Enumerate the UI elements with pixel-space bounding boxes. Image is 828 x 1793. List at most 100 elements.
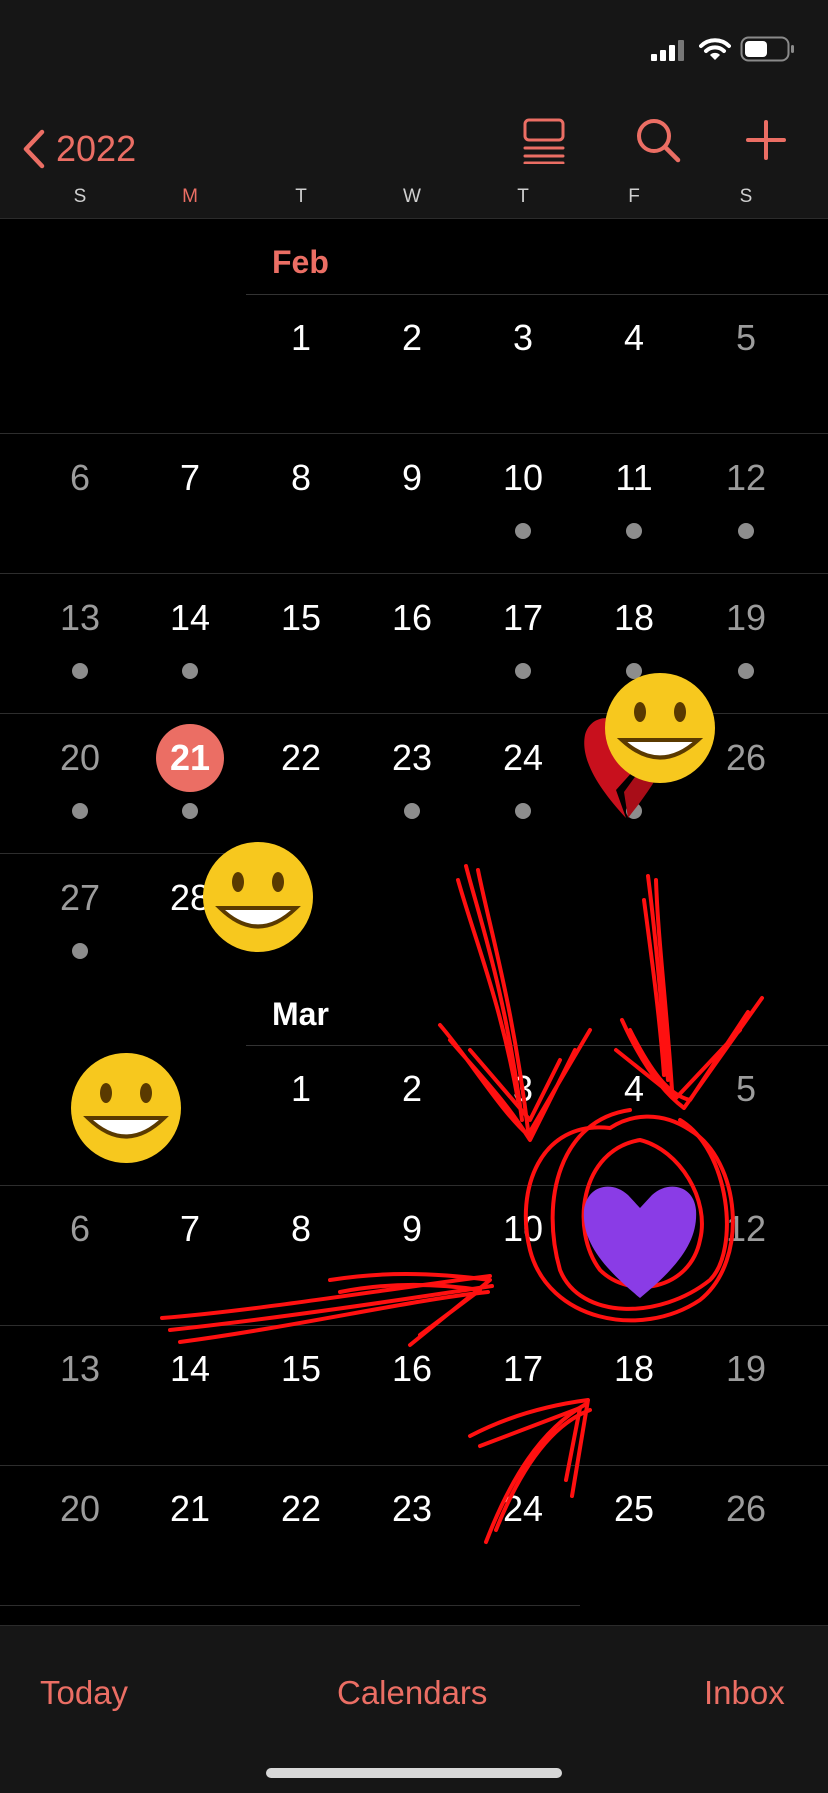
day-cell[interactable]: 24: [487, 738, 559, 778]
back-to-year-button[interactable]: 2022: [22, 118, 136, 180]
day-cell[interactable]: 25: [598, 1489, 670, 1529]
event-dot: [738, 523, 754, 539]
day-cell[interactable]: 6: [44, 458, 116, 498]
search-icon[interactable]: [634, 116, 682, 164]
add-icon[interactable]: [742, 116, 790, 164]
event-dot: [182, 803, 198, 819]
day-cell[interactable]: 23: [376, 1489, 448, 1529]
day-cell[interactable]: 19: [710, 598, 782, 638]
day-cell[interactable]: 24: [487, 1489, 559, 1529]
day-cell-today[interactable]: 21: [154, 738, 226, 778]
nav-bar: 2022 S M T W T F S: [0, 100, 828, 219]
tab-bar: Today Calendars Inbox: [0, 1625, 828, 1793]
day-cell[interactable]: 10: [487, 1209, 559, 1249]
weekday-label: W: [403, 186, 421, 207]
battery-icon: [740, 36, 794, 62]
day-cell[interactable]: 28: [154, 878, 226, 918]
day-cell[interactable]: 5: [710, 1069, 782, 1109]
home-indicator[interactable]: [266, 1768, 562, 1778]
day-cell[interactable]: 3: [487, 318, 559, 358]
day-cell[interactable]: 17: [487, 598, 559, 638]
calendars-button[interactable]: Calendars: [337, 1674, 487, 1712]
day-cell[interactable]: 7: [154, 1209, 226, 1249]
event-dot: [515, 803, 531, 819]
day-cell[interactable]: 15: [265, 1349, 337, 1389]
day-cell[interactable]: 21: [154, 1489, 226, 1529]
day-cell[interactable]: 4: [598, 1069, 670, 1109]
today-button[interactable]: Today: [40, 1674, 128, 1712]
weekday-label: T: [517, 186, 529, 207]
weekday-label: S: [73, 186, 87, 207]
back-label: 2022: [56, 128, 137, 169]
day-cell[interactable]: 19: [710, 1349, 782, 1389]
divider: [0, 433, 828, 434]
day-cell[interactable]: 27: [44, 878, 116, 918]
day-cell[interactable]: 8: [265, 1209, 337, 1249]
day-cell[interactable]: 20: [44, 1489, 116, 1529]
red-arrow-scribbles: [160, 864, 764, 1544]
signal-icon: [651, 40, 684, 61]
weekday-label: T: [295, 186, 307, 207]
day-cell[interactable]: 22: [265, 1489, 337, 1529]
event-dot: [72, 803, 88, 819]
weekday-label: F: [628, 186, 640, 207]
day-cell[interactable]: 20: [44, 738, 116, 778]
day-cell[interactable]: 5: [710, 318, 782, 358]
event-dot: [72, 943, 88, 959]
day-cell[interactable]: 18: [598, 1349, 670, 1389]
day-cell[interactable]: 3: [487, 1069, 559, 1109]
wifi-icon: [699, 38, 731, 60]
day-cell[interactable]: 13: [44, 598, 116, 638]
event-dot: [515, 523, 531, 539]
day-cell[interactable]: 1: [265, 1069, 337, 1109]
weekday-label: S: [739, 186, 753, 207]
day-cell[interactable]: 9: [376, 1209, 448, 1249]
event-dot: [72, 663, 88, 679]
divider: [0, 853, 246, 854]
divider: [0, 1185, 828, 1186]
chevron-left-icon: [23, 129, 45, 169]
event-dot: [515, 663, 531, 679]
day-cell[interactable]: 1: [265, 318, 337, 358]
grinning-face-sticker-mar: [71, 1053, 181, 1163]
day-cell[interactable]: 16: [376, 1349, 448, 1389]
divider: [0, 1325, 828, 1326]
day-cell[interactable]: 26: [710, 738, 782, 778]
event-dot: [626, 803, 642, 819]
day-cell[interactable]: 15: [265, 598, 337, 638]
day-cell[interactable]: 26: [710, 1489, 782, 1529]
divider: [0, 713, 828, 714]
divider: [0, 1605, 580, 1606]
day-cell[interactable]: 2: [376, 1069, 448, 1109]
day-cell[interactable]: 14: [154, 1349, 226, 1389]
inbox-button[interactable]: Inbox: [704, 1674, 785, 1712]
day-cell[interactable]: 23: [376, 738, 448, 778]
list-view-icon[interactable]: [521, 116, 569, 164]
day-cell[interactable]: 6: [44, 1209, 116, 1249]
day-cell[interactable]: 12: [710, 1209, 782, 1249]
day-cell[interactable]: 4: [598, 318, 670, 358]
event-dot: [626, 523, 642, 539]
day-cell[interactable]: 10: [487, 458, 559, 498]
weekday-header: S M T W T F S: [0, 186, 828, 216]
day-cell[interactable]: 16: [376, 598, 448, 638]
day-cell[interactable]: 18: [598, 598, 670, 638]
divider: [0, 1465, 828, 1466]
day-cell[interactable]: 14: [154, 598, 226, 638]
divider: [246, 1045, 828, 1046]
month-label-feb: Feb: [272, 244, 329, 280]
day-cell[interactable]: 12: [710, 458, 782, 498]
weekday-label: M: [182, 186, 198, 207]
divider: [246, 294, 828, 295]
day-cell[interactable]: 22: [265, 738, 337, 778]
broken-heart-sticker: [584, 718, 669, 818]
day-cell[interactable]: 13: [44, 1349, 116, 1389]
event-dot: [738, 663, 754, 679]
day-cell[interactable]: 7: [154, 458, 226, 498]
day-cell[interactable]: 11: [598, 458, 670, 498]
day-cell[interactable]: 9: [376, 458, 448, 498]
day-cell[interactable]: 17: [487, 1349, 559, 1389]
month-label-mar: Mar: [272, 996, 329, 1032]
day-cell[interactable]: 8: [265, 458, 337, 498]
day-cell[interactable]: 2: [376, 318, 448, 358]
